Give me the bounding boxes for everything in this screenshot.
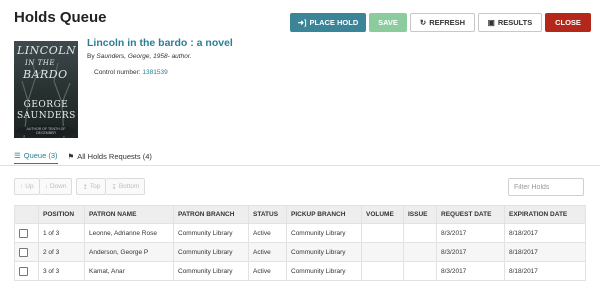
expiration-date-cell: 8/18/2017 (504, 242, 586, 262)
table-row: 3 of 3 Kamat, Anar Community Library Act… (14, 261, 586, 281)
divider (0, 165, 600, 166)
patron-branch-cell: Community Library (173, 223, 249, 243)
volume-cell (361, 242, 404, 262)
column-header[interactable]: EXPIRATION DATE (504, 205, 586, 224)
refresh-icon: ↻ (419, 18, 427, 27)
pickup-branch-cell: Community Library (286, 223, 362, 243)
save-label: SAVE (378, 18, 398, 27)
list-icon: ☰ (14, 151, 21, 160)
status-cell: Active (248, 242, 287, 262)
status-cell: Active (248, 223, 287, 243)
book-author: Saunders, George, 1958- author. (96, 53, 192, 60)
column-header[interactable]: VOLUME (361, 205, 404, 224)
move-top-bottom-group: ↥ Top ↧ Bottom (76, 178, 146, 195)
expiration-date-cell: 8/18/2017 (504, 223, 586, 243)
tab-queue[interactable]: ☰ Queue (3) (14, 151, 58, 164)
row-checkbox[interactable] (19, 266, 28, 276)
by-prefix: By (87, 53, 95, 60)
column-header[interactable]: REQUEST DATE (436, 205, 505, 224)
move-up-down-group: ↑ Up ↓ Down (14, 178, 73, 195)
tab-bar: ☰ Queue (3) ⚑ All Holds Requests (4) (14, 151, 152, 164)
control-number[interactable]: 1381539 (142, 69, 167, 76)
position-cell: 2 of 3 (38, 242, 85, 262)
book-cover-image: LINCOLN IN THE BARDO GEORGE SAUNDERS AUT… (14, 41, 78, 138)
filter-holds-input[interactable] (508, 178, 584, 196)
volume-cell (361, 261, 404, 281)
results-icon: ▣ (487, 18, 495, 27)
request-date-cell: 8/3/2017 (436, 261, 505, 281)
column-header[interactable]: STATUS (248, 205, 287, 224)
close-label: CLOSE (555, 18, 581, 27)
select-column-header (14, 205, 39, 224)
column-header[interactable]: PATRON NAME (84, 205, 174, 224)
results-label: RESULTS (497, 18, 533, 27)
refresh-button[interactable]: ↻ REFRESH (410, 13, 475, 32)
row-checkbox[interactable] (19, 228, 28, 238)
flag-icon: ⚑ (67, 151, 75, 161)
toolbar: ➜] PLACE HOLD SAVE ↻ REFRESH ▣ RESULTS C… (290, 13, 591, 32)
arrow-top-icon: ↥ (82, 183, 88, 191)
position-cell: 3 of 3 (38, 261, 85, 281)
control-number-line: Control number: 1381539 (94, 69, 168, 76)
page-title: Holds Queue (14, 9, 107, 26)
column-header[interactable]: POSITION (38, 205, 85, 224)
arrow-bottom-icon: ↧ (111, 183, 117, 191)
table-row: 2 of 3 Anderson, George P Community Libr… (14, 242, 586, 262)
patron-name-cell: Anderson, George P (84, 242, 174, 262)
tab-queue-label: Queue (3) (23, 151, 58, 160)
issue-cell (403, 223, 437, 243)
book-title-link[interactable]: Lincoln in the bardo : a novel (87, 37, 233, 49)
move-top-button[interactable]: ↥ Top (76, 178, 107, 195)
issue-cell (403, 261, 437, 281)
place-hold-label: PLACE HOLD (309, 18, 359, 27)
row-checkbox[interactable] (19, 247, 28, 257)
issue-cell (403, 242, 437, 262)
request-date-cell: 8/3/2017 (436, 242, 505, 262)
holds-table: POSITION PATRON NAME PATRON BRANCH STATU… (14, 205, 586, 281)
row-select-cell (14, 242, 39, 262)
table-header-row: POSITION PATRON NAME PATRON BRANCH STATU… (14, 205, 586, 224)
row-select-cell (14, 261, 39, 281)
save-button[interactable]: SAVE (369, 13, 407, 32)
move-bottom-button[interactable]: ↧ Bottom (106, 178, 146, 195)
patron-branch-cell: Community Library (173, 261, 249, 281)
login-icon: ➜] (297, 18, 307, 27)
refresh-label: REFRESH (429, 18, 466, 27)
table-row: 1 of 3 Leonne, Adrianne Rose Community L… (14, 223, 586, 243)
request-date-cell: 8/3/2017 (436, 223, 505, 243)
move-up-label: Up (25, 183, 34, 190)
book-author-line: By Saunders, George, 1958- author. (87, 53, 192, 60)
row-select-cell (14, 223, 39, 243)
move-up-button[interactable]: ↑ Up (14, 178, 40, 195)
move-bottom-label: Bottom (118, 183, 140, 190)
arrow-down-icon: ↓ (44, 183, 48, 190)
results-button[interactable]: ▣ RESULTS (478, 13, 542, 32)
position-cell: 1 of 3 (38, 223, 85, 243)
column-header[interactable]: PATRON BRANCH (173, 205, 249, 224)
move-top-label: Top (89, 183, 101, 190)
column-header[interactable]: ISSUE (403, 205, 437, 224)
arrow-up-icon: ↑ (20, 183, 24, 190)
cover-footer: AUTHOR OF TENTH OF DECEMBER (26, 127, 66, 135)
patron-name-cell: Leonne, Adrianne Rose (84, 223, 174, 243)
move-down-button[interactable]: ↓ Down (39, 178, 73, 195)
cover-title: LINCOLN IN THE BARDO (17, 44, 77, 81)
patron-name-cell: Kamat, Anar (84, 261, 174, 281)
column-header[interactable]: PICKUP BRANCH (286, 205, 362, 224)
control-number-label: Control number: (94, 69, 141, 76)
pickup-branch-cell: Community Library (286, 242, 362, 262)
place-hold-button[interactable]: ➜] PLACE HOLD (290, 13, 366, 32)
move-controls: ↑ Up ↓ Down ↥ Top ↧ Bottom (14, 178, 146, 195)
status-cell: Active (248, 261, 287, 281)
move-down-label: Down (49, 183, 67, 190)
volume-cell (361, 223, 404, 243)
tab-all-holds-requests[interactable]: ⚑ All Holds Requests (4) (68, 151, 152, 164)
patron-branch-cell: Community Library (173, 242, 249, 262)
expiration-date-cell: 8/18/2017 (504, 261, 586, 281)
tab-all-holds-label: All Holds Requests (4) (77, 151, 152, 161)
cover-author: GEORGE SAUNDERS (17, 100, 76, 121)
close-button[interactable]: CLOSE (545, 13, 591, 32)
pickup-branch-cell: Community Library (286, 261, 362, 281)
